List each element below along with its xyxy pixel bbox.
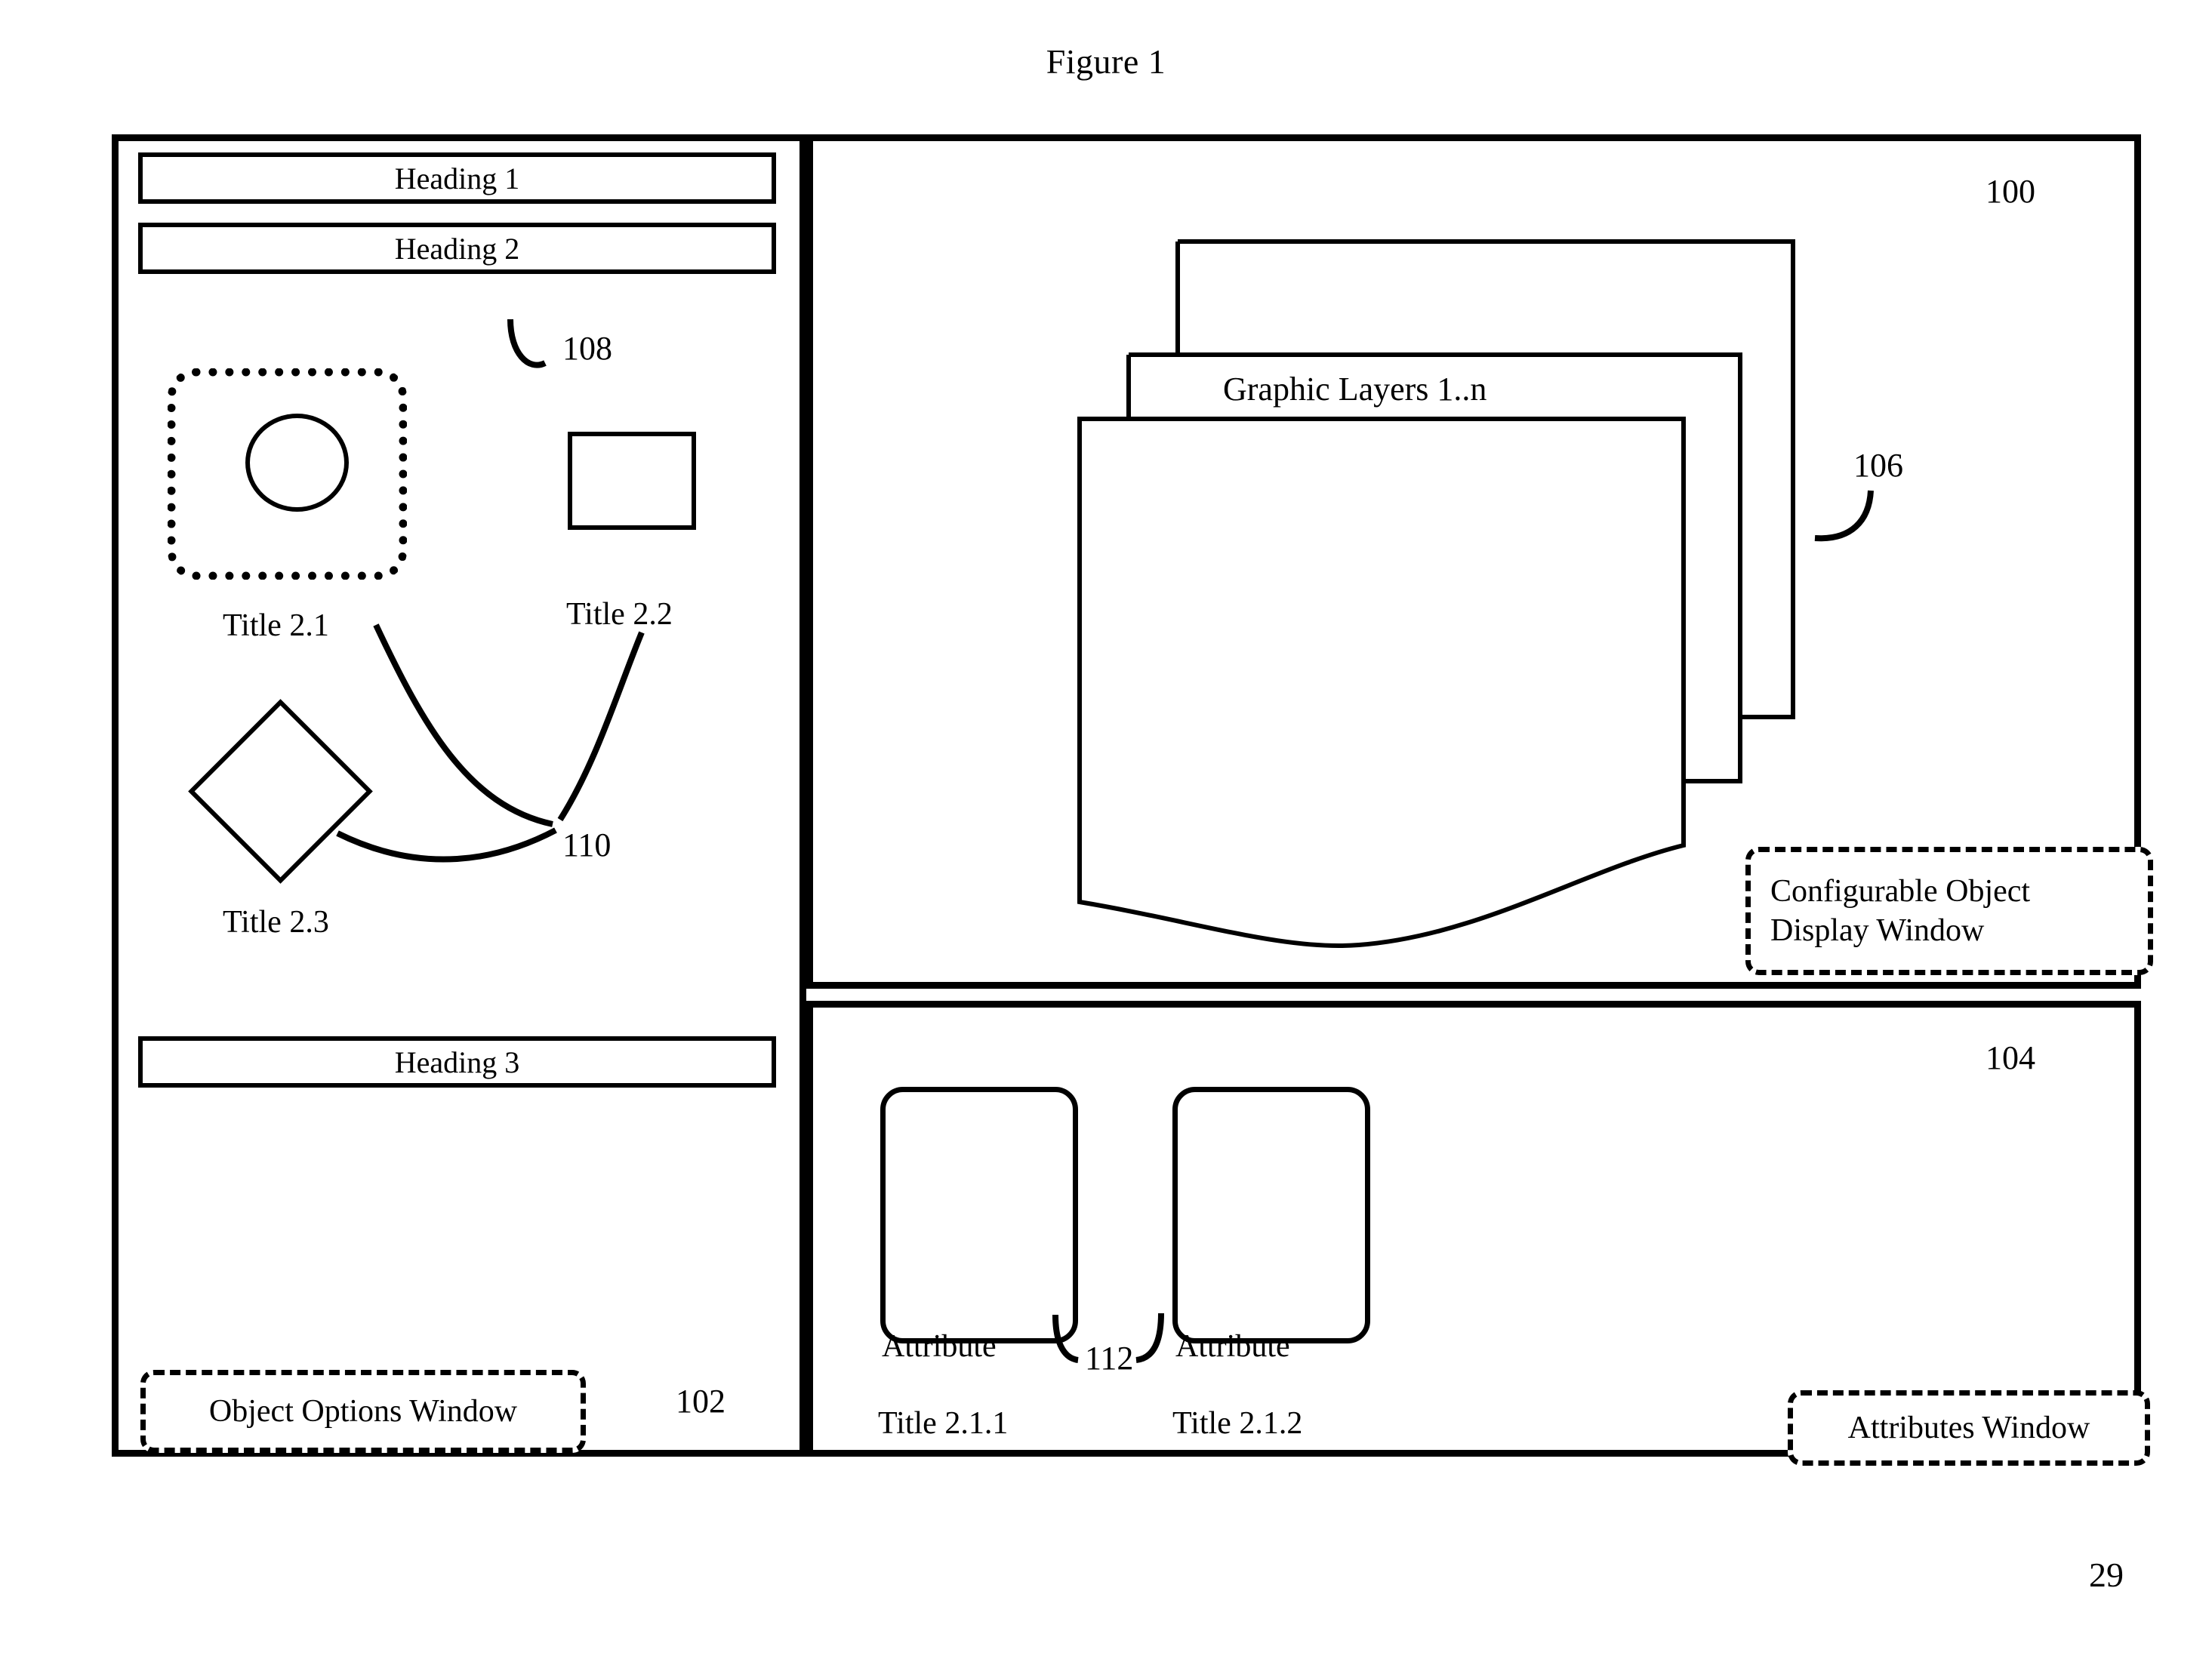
shape-label-title-2-1: Title 2.1 [223,608,329,643]
ref-numeral-102: 102 [676,1383,726,1420]
attribute-swatch-1[interactable] [880,1087,1078,1343]
heading-bar-2-label: Heading 2 [394,231,520,266]
display-window-callout-line1: Configurable Object [1770,873,2031,909]
attribute-title-1: Title 2.1.1 [878,1406,1009,1441]
display-window-callout-line2: Display Window [1770,913,1985,948]
ref-numeral-106: 106 [1853,447,1903,484]
figure-title: Figure 1 [1046,42,1166,81]
heading-bar-3[interactable]: Heading 3 [138,1036,776,1088]
page-number: 29 [2089,1556,2124,1594]
ref-numeral-100: 100 [1986,173,2035,210]
circle-icon[interactable] [245,414,349,512]
attribute-caption-1: Attribute [882,1329,997,1364]
ref-numeral-110: 110 [562,826,612,863]
object-options-window-callout: Object Options Window [140,1370,586,1453]
shape-label-title-2-3: Title 2.3 [223,905,329,940]
ref-numeral-104: 104 [1986,1039,2035,1076]
attribute-title-2: Title 2.1.2 [1172,1406,1303,1441]
heading-bar-1-label: Heading 1 [394,161,520,195]
attribute-swatch-2[interactable] [1172,1087,1370,1343]
graphic-layers-label: Graphic Layers 1..n [1223,371,1487,408]
object-options-window-callout-label: Object Options Window [208,1393,518,1429]
ref-numeral-108: 108 [562,330,612,367]
rectangle-icon[interactable] [568,432,696,530]
attribute-caption-2: Attribute [1175,1329,1290,1364]
attributes-window-callout: Attributes Window [1788,1390,2150,1466]
shape-label-title-2-2: Title 2.2 [566,597,673,632]
ref-numeral-112: 112 [1085,1340,1134,1377]
heading-bar-1[interactable]: Heading 1 [138,152,776,204]
configurable-object-display-window-callout: Configurable Object Display Window [1745,847,2153,975]
heading-bar-2[interactable]: Heading 2 [138,223,776,274]
attributes-window-callout-label: Attributes Window [1847,1410,2090,1445]
heading-bar-3-label: Heading 3 [394,1045,520,1079]
